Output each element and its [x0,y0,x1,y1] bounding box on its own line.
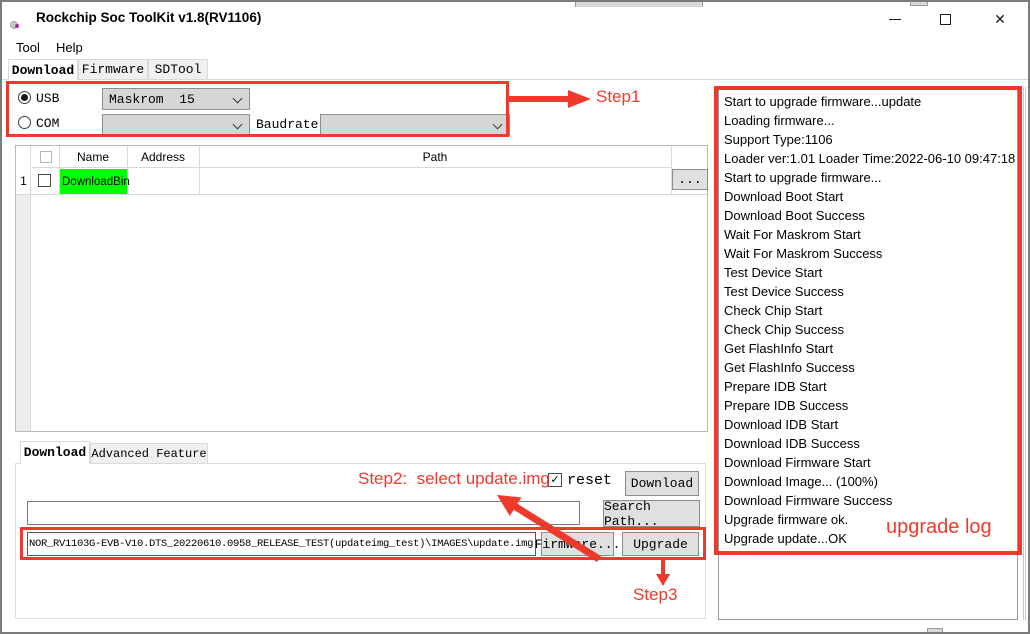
log-line: Start to upgrade firmware...update [724,92,1012,111]
app-logo-icon [12,11,29,28]
log-line: Get FlashInfo Start [724,339,1012,358]
usb-device-value: Maskrom 15 [109,92,195,107]
window-edge-artifact [1023,87,1026,620]
log-line: Prepare IDB Success [724,396,1012,415]
background-window-artifact [927,628,943,634]
maximize-icon [940,14,951,25]
tab-sdtool[interactable]: SDTool [148,59,208,80]
step1-arrow [507,88,593,110]
subtab-advanced-feature[interactable]: Advanced Feature [90,443,208,464]
step3-annotation: Step3 [633,585,677,605]
menu-help[interactable]: Help [52,38,87,57]
table-cell-path[interactable] [200,169,670,194]
log-line: Download IDB Success [724,434,1012,453]
minimize-icon [889,19,901,20]
row-divider [16,194,707,195]
download-panel: Step2: select update.img ✓ reset Downloa… [15,463,706,619]
com-radio[interactable] [18,116,31,129]
table-cell-name[interactable]: DownloadBin [60,169,127,194]
download-button[interactable]: Download [625,471,699,496]
log-line: Download Boot Success [724,206,1012,225]
baudrate-label: Baudrate: [256,117,326,132]
firmware-button[interactable]: Firmware... [541,532,614,556]
log-line: Test Device Start [724,263,1012,282]
com-port-select[interactable] [102,114,250,136]
log-line: Download Image... (100%) [724,472,1012,491]
close-button[interactable]: ✕ [974,4,1026,34]
browse-path-button[interactable]: ... [672,169,708,190]
chevron-down-icon [233,94,243,104]
tab-download[interactable]: Download [8,59,78,81]
log-line: Download IDB Start [724,415,1012,434]
search-path-button[interactable]: Search Path... [603,500,700,527]
column-header-path: Path [199,146,671,168]
header-checkbox-cell [32,146,59,168]
log-line: Wait For Maskrom Start [724,225,1012,244]
log-line: Get FlashInfo Success [724,358,1012,377]
firmware-path-input[interactable] [27,532,536,556]
app-window: Rockchip Soc ToolKit v1.8(RV1106) ✕ Sear… [0,0,1030,634]
upgrade-button[interactable]: Upgrade [622,532,699,556]
usb-device-select[interactable]: Maskrom 15 [102,88,250,110]
chevron-down-icon [493,120,503,130]
reset-checkbox-label: reset [567,472,612,489]
table-cell-address[interactable] [128,169,198,194]
search-path-input[interactable] [27,501,580,525]
usb-radio-label: USB [36,91,59,106]
step3-arrow [653,558,673,588]
row-number: 1 [16,168,31,194]
close-icon: ✕ [994,12,1006,26]
download-file-table: Name Address Path 1 DownloadBin ... [15,145,708,432]
select-all-checkbox[interactable] [40,151,52,163]
log-line: Download Boot Start [724,187,1012,206]
log-line: Check Chip Success [724,320,1012,339]
checkmark-icon: ✓ [550,475,559,486]
baudrate-select[interactable] [320,114,510,136]
upgrade-log-annotation: upgrade log [886,516,992,539]
step2-annotation: Step2: select update.img [358,469,550,489]
maximize-button[interactable] [922,4,968,34]
log-line: Wait For Maskrom Success [724,244,1012,263]
log-line: Check Chip Start [724,301,1012,320]
log-line: Prepare IDB Start [724,377,1012,396]
chevron-down-icon [233,120,243,130]
reset-checkbox[interactable]: ✓ [548,473,562,487]
log-line: Loading firmware... [724,111,1012,130]
com-radio-label: COM [36,116,59,131]
column-header-address: Address [127,146,199,168]
window-title: Rockchip Soc ToolKit v1.8(RV1106) [36,10,261,25]
menu-tool[interactable]: Tool [12,38,44,57]
background-window-artifact [910,2,928,6]
log-line: Support Type:1106 [724,130,1012,149]
log-line: Start to upgrade firmware... [724,168,1012,187]
usb-radio[interactable] [18,91,31,104]
step1-annotation: Step1 [596,87,640,107]
tab-firmware[interactable]: Firmware [78,59,148,80]
upgrade-log-panel[interactable]: Start to upgrade firmware...updateLoadin… [718,88,1018,620]
column-header-name: Name [59,146,127,168]
log-line: Test Device Success [724,282,1012,301]
log-line: Download Firmware Start [724,453,1012,472]
log-line: Download Firmware Success [724,491,1012,510]
row-checkbox[interactable] [38,174,51,187]
subtab-download[interactable]: Download [20,441,90,464]
background-window-artifact: Search Path... [575,2,703,7]
minimize-button[interactable] [872,4,918,34]
log-line: Loader ver:1.01 Loader Time:2022-06-10 0… [724,149,1012,168]
